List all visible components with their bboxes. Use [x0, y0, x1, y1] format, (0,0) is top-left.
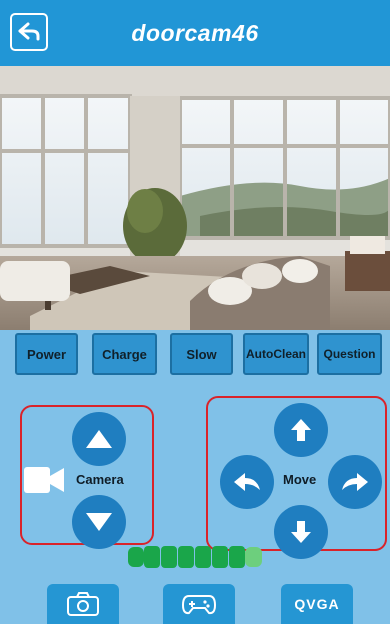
question-button[interactable]: Question: [317, 333, 382, 375]
snapshot-button[interactable]: [47, 584, 119, 624]
app-header: doorcam46: [0, 0, 390, 66]
camera-down-button[interactable]: [72, 495, 126, 549]
turn-right-icon: [342, 473, 368, 491]
move-left-button[interactable]: [220, 455, 274, 509]
triangle-down-icon: [86, 513, 112, 531]
turn-left-icon: [234, 473, 260, 491]
camera-feed: [0, 66, 390, 330]
camera-label: Camera: [76, 472, 124, 487]
page-title: doorcam46: [131, 20, 259, 46]
move-label: Move: [283, 472, 317, 487]
triangle-up-icon: [86, 430, 112, 448]
resolution-label: QVGA: [294, 596, 340, 612]
slow-button[interactable]: Slow: [170, 333, 233, 375]
move-down-button[interactable]: [274, 505, 328, 559]
battery-indicator: [128, 546, 262, 568]
arrow-up-icon: [291, 419, 311, 441]
move-up-button[interactable]: [274, 403, 328, 457]
autoclean-button[interactable]: AutoClean: [243, 333, 309, 375]
resolution-button[interactable]: QVGA: [281, 584, 353, 624]
power-button[interactable]: Power: [15, 333, 78, 375]
gamepad-button[interactable]: [163, 584, 235, 624]
camera-up-button[interactable]: [72, 412, 126, 466]
arrow-down-icon: [291, 521, 311, 543]
camera-icon: [67, 592, 99, 616]
move-right-button[interactable]: [328, 455, 382, 509]
gamepad-icon: [181, 595, 217, 615]
charge-button[interactable]: Charge: [92, 333, 157, 375]
video-camera-icon: [24, 467, 64, 493]
camera-feed-image: [0, 66, 390, 330]
